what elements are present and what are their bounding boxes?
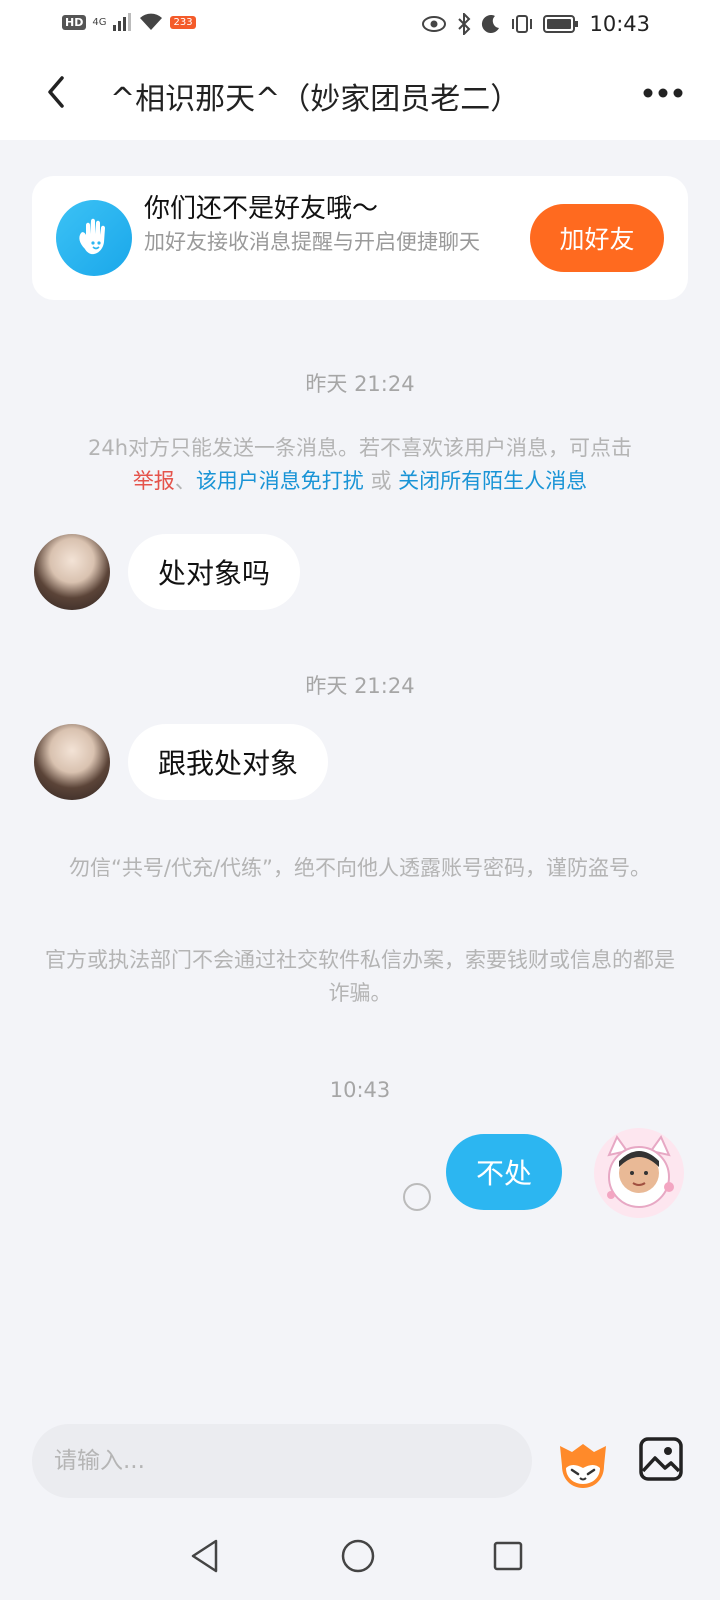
- fox-emoji-icon: [560, 1444, 606, 1488]
- bluetooth-icon: [458, 13, 471, 35]
- status-time: 10:43: [589, 12, 650, 36]
- nav-recent-apps-button[interactable]: [492, 1540, 524, 1576]
- outgoing-message[interactable]: 不处: [446, 1134, 563, 1210]
- system-nav-bar: [0, 1520, 720, 1600]
- security-warning: 勿信“共号/代充/代练”，绝不向他人透露账号密码，谨防盗号。: [69, 856, 651, 880]
- image-icon: [639, 1437, 683, 1481]
- mute-user-link[interactable]: 该用户消息免打扰: [196, 469, 364, 493]
- more-dots-icon: [643, 88, 683, 98]
- status-right: 10:43: [421, 12, 650, 36]
- my-avatar[interactable]: [594, 1128, 684, 1218]
- moon-icon: [482, 15, 500, 34]
- message-timestamp: 昨天 21:24: [305, 674, 415, 698]
- sender-avatar[interactable]: [34, 534, 110, 610]
- cat-frame-avatar-icon: [607, 1134, 674, 1208]
- status-bar: HD 4G 233 10:43: [0, 0, 720, 48]
- eye-icon: [422, 16, 447, 32]
- notice-text: 24h对方只能发送一条消息。若不喜欢该用户消息，可点击: [87, 436, 633, 460]
- circle-home-icon: [341, 1539, 375, 1573]
- sending-status-icon: [403, 1183, 431, 1211]
- message-timestamp: 10:43: [329, 1078, 391, 1102]
- hd-badge: HD: [62, 14, 87, 30]
- incoming-message[interactable]: 处对象吗: [128, 534, 301, 610]
- more-button[interactable]: [638, 76, 688, 110]
- chat-header: ^相识那天^（妙家团员老二）: [0, 48, 720, 140]
- add-friend-button[interactable]: 加好友: [530, 204, 664, 272]
- or-text: 或: [363, 469, 399, 493]
- triangle-back-icon: [191, 1539, 218, 1573]
- input-bar: [0, 1402, 720, 1520]
- network-type: 4G: [92, 16, 107, 28]
- incoming-message[interactable]: 跟我处对象: [128, 724, 329, 800]
- add-friend-card: 你们还不是好友哦～ 加好友接收消息提醒与开启便捷聊天 加好友: [32, 176, 688, 300]
- hand-wave-icon: [56, 200, 132, 276]
- image-button[interactable]: [638, 1436, 684, 1482]
- status-left: HD 4G 233: [62, 12, 196, 32]
- notification-badge: 233: [170, 15, 196, 29]
- vibrate-icon: [512, 15, 533, 33]
- separator: 、: [174, 469, 196, 493]
- fraud-warning: 官方或执法部门不会通过社交软件私信办案，索要钱财或信息的都是诈骗。: [45, 948, 675, 1005]
- square-recent-icon: [493, 1541, 523, 1571]
- message-timestamp: 昨天 21:24: [305, 372, 415, 396]
- not-friend-title: 你们还不是好友哦～: [144, 194, 379, 224]
- chat-title: ^相识那天^（妙家团员老二）: [110, 82, 521, 117]
- nav-home-button[interactable]: [340, 1538, 376, 1578]
- message-input[interactable]: [32, 1424, 532, 1498]
- wifi-icon: [140, 13, 163, 30]
- close-stranger-messages-link[interactable]: 关闭所有陌生人消息: [398, 469, 587, 493]
- sender-avatar[interactable]: [34, 724, 110, 800]
- back-arrow-icon: [48, 76, 64, 108]
- report-link[interactable]: 举报: [133, 469, 175, 493]
- battery-icon: [543, 15, 579, 33]
- stranger-notice: 24h对方只能发送一条消息。若不喜欢该用户消息，可点击 举报、该用户消息免打扰 …: [40, 432, 680, 498]
- emoji-button[interactable]: [552, 1432, 614, 1494]
- not-friend-desc: 加好友接收消息提醒与开启便捷聊天: [144, 230, 480, 254]
- signal-icon: [113, 13, 132, 31]
- nav-back-button[interactable]: [188, 1538, 222, 1578]
- back-button[interactable]: [34, 70, 78, 114]
